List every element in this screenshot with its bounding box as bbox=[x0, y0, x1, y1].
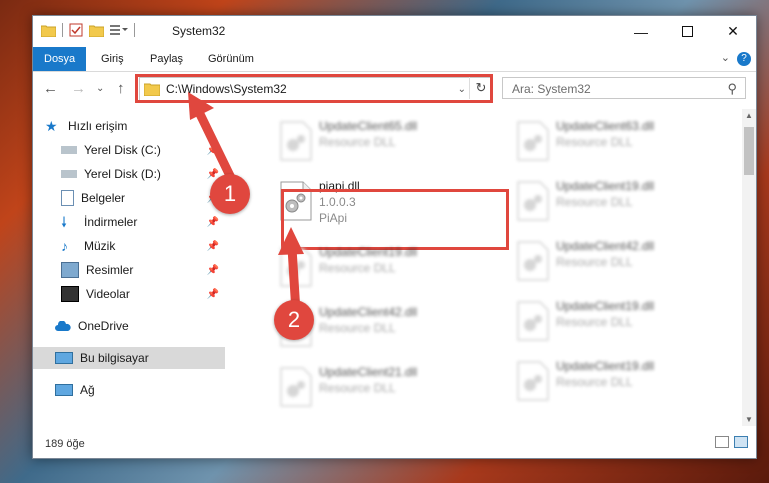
arrow-to-address-bar bbox=[188, 92, 239, 189]
step-badge-1: 1 bbox=[210, 174, 250, 214]
step-badge-2: 2 bbox=[274, 300, 314, 340]
annotation-arrows bbox=[188, 92, 304, 317]
